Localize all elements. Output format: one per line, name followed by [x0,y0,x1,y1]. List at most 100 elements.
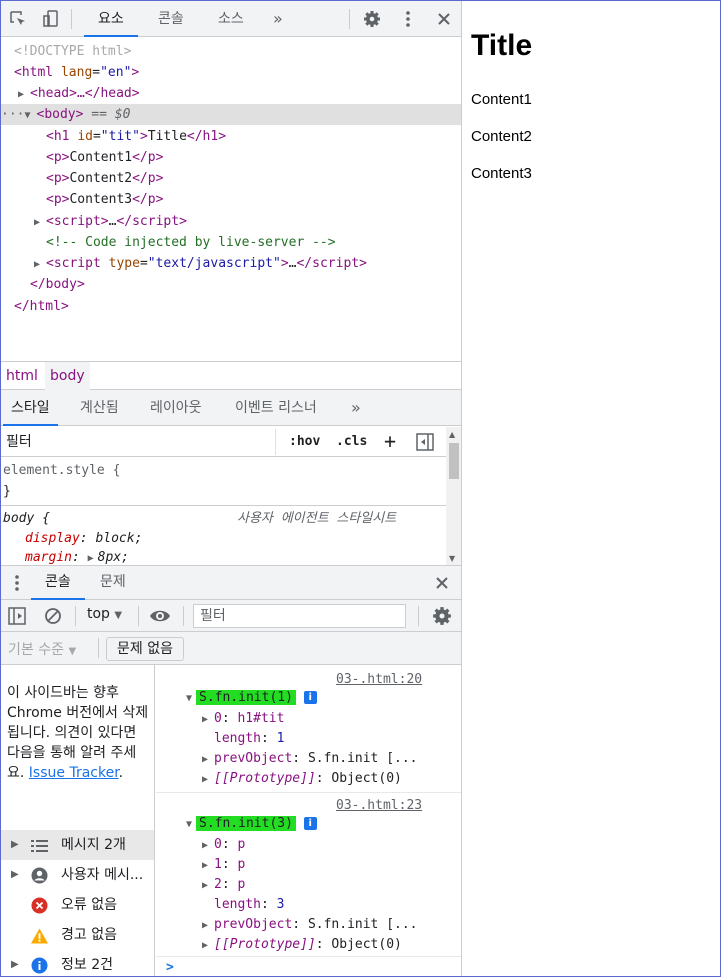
inspect-element-icon[interactable] [8,9,28,29]
console-prop-row[interactable]: ▶ 0: h1#tit [202,709,284,729]
expand-triangle-icon[interactable]: ▶ [202,916,214,936]
sidebar-toggle-icon[interactable] [8,607,26,629]
tree-row-html[interactable]: <html lang="en"> [1,62,461,83]
scrollbar-thumb[interactable] [449,443,459,479]
console-prop-row[interactable]: ▶ 1: p [202,855,245,875]
tab-elements[interactable]: 요소 [84,1,138,37]
expand-triangle-icon[interactable]: ▶ [88,549,98,565]
console-prop-row[interactable]: ▶ [[Prototype]]: Object(0) [202,769,402,789]
sidebar-item-info[interactable]: ▶ 정보 2건 [1,950,154,976]
sidebar-item-user-messages[interactable]: ▶ 사용자 메시... [1,860,154,890]
clear-console-icon[interactable] [44,607,62,629]
console-source-link[interactable]: 03-.html:20 [336,670,422,690]
collapse-triangle-icon[interactable]: ▼ [186,689,196,709]
tab-event-listeners[interactable]: 이벤트 리스너 [227,390,325,426]
drawer-menu-icon[interactable] [14,574,20,596]
console-prop-row[interactable]: ▶ 0: p [202,835,245,855]
console-prompt[interactable]: > [166,958,174,976]
styles-filter-input[interactable] [1,429,276,455]
info-badge-icon[interactable]: i [303,817,317,830]
tab-styles[interactable]: 스타일 [3,390,58,426]
expand-triangle-icon[interactable]: ▶ [202,876,214,896]
breadcrumb-html[interactable]: html [1,368,43,384]
tree-row-comment[interactable]: <!-- Code injected by live-server --> [1,232,461,253]
expand-triangle-icon[interactable]: ▶ [202,770,214,790]
styles-scrollbar[interactable]: ▲ ▼ [446,427,461,565]
tree-row-doctype[interactable]: <!DOCTYPE html> [1,41,461,62]
body-rule-source: 사용자 에이전트 스타일시트 [237,511,397,526]
console-object-summary[interactable]: ▼ S.fn.init(1) i [186,688,317,708]
expand-triangle-icon[interactable]: ▶ [34,254,46,275]
kebab-menu-icon[interactable] [398,9,418,29]
expand-triangle-icon[interactable]: ▶ [202,710,214,730]
tree-row-body-close[interactable]: </body> [1,274,461,295]
elements-tree: <!DOCTYPE html> <html lang="en"> ▶ <head>… [1,37,461,361]
scroll-up-icon[interactable]: ▲ [449,430,455,439]
gear-icon[interactable] [362,9,382,29]
console-object-summary[interactable]: ▼ S.fn.init(3) i [186,814,317,834]
tree-row-html-close[interactable]: </html> [1,296,461,317]
issue-tracker-link[interactable]: Issue Tracker [29,765,119,781]
tree-row-p1[interactable]: <p>Content1</p> [1,147,461,168]
tree-row-script2[interactable]: ▶ <script type="text/javascript">…</scrip… [1,253,461,275]
drawer-close-icon[interactable] [435,576,449,594]
drawer-tab-console[interactable]: 콘솔 [31,566,85,600]
device-toggle-icon[interactable] [41,9,61,29]
console-filter-input[interactable]: 필터 [193,604,406,628]
expand-triangle-icon[interactable]: ▶ [202,856,214,876]
console-message-divider [156,792,461,793]
tab-computed[interactable]: 계산됨 [72,390,127,426]
ellipsis-dots[interactable]: ··· [1,107,24,122]
tab-layout[interactable]: 레이아웃 [142,390,210,426]
new-rule-button[interactable]: + [384,429,396,453]
sidebar-item-errors[interactable]: 오류 없음 [1,890,154,920]
expand-triangle-icon[interactable]: ▶ [202,836,214,856]
tab-console[interactable]: 콘솔 [144,1,198,37]
console-prop-row[interactable]: ▶ prevObject: S.fn.init [... [202,915,418,935]
console-prop-row[interactable]: ▶ [[Prototype]]: Object(0) [202,935,402,955]
more-tabs-button[interactable]: » [259,1,297,37]
warning-icon [31,927,48,944]
log-level-selector[interactable]: 기본 수준 ▼ [8,639,76,659]
toggle-sidebar-icon[interactable] [416,433,434,455]
expand-triangle-icon[interactable]: ▶ [18,84,30,105]
cls-button[interactable]: .cls [336,434,367,449]
tree-row-head[interactable]: ▶ <head>…</head> [1,83,461,105]
expand-triangle-icon[interactable]: ▶ [202,750,214,770]
scroll-down-icon[interactable]: ▼ [449,554,455,563]
tree-row-h1[interactable]: <h1 id="tit">Title</h1> [1,126,461,147]
hov-button[interactable]: :hov [289,434,320,449]
collapse-triangle-icon[interactable]: ▼ [24,105,36,126]
body-rule-selector[interactable]: body { [3,509,50,528]
no-issues-button[interactable]: 문제 없음 [106,637,184,661]
collapse-triangle-icon[interactable]: ▼ [186,815,196,835]
tab-sources[interactable]: 소스 [204,1,258,37]
console-prop-row[interactable]: ▶ prevObject: S.fn.init [... [202,749,418,769]
close-icon[interactable] [434,9,454,29]
breadcrumb-body[interactable]: body [45,362,90,390]
tree-row-body-selected[interactable]: ···▼ <body> == $0 [1,104,461,126]
expand-triangle-icon[interactable]: ▶ [34,212,46,233]
styles-filter-bar: :hov .cls + [1,427,446,457]
sidebar-item-warnings[interactable]: 경고 없음 [1,920,154,950]
prop-name: margin [25,550,72,565]
console-prop-row[interactable]: ▶ 2: p [202,875,245,895]
tree-row-script1[interactable]: ▶ <script>…</script> [1,211,461,233]
styles-more-button[interactable]: » [343,390,369,426]
style-property-row[interactable]: margin: ▶ 8px; [25,548,129,565]
info-badge-icon[interactable]: i [303,691,317,704]
console-source-link[interactable]: 03-.html:23 [336,796,422,816]
tree-row-p2[interactable]: <p>Content2</p> [1,168,461,189]
sidebar-item-messages[interactable]: ▶ 메시지 2개 [1,830,154,860]
toolbar-separator [71,9,72,29]
prop-value: Object(0) [331,937,402,952]
context-selector[interactable]: top ▼ [87,606,122,622]
console-sidebar: 이 사이드바는 향후 Chrome 버전에서 삭제됩니다. 의견이 있다면 다음… [1,665,155,976]
tree-row-p3[interactable]: <p>Content3</p> [1,189,461,210]
drawer-tab-issues[interactable]: 문제 [86,566,140,600]
style-property-row[interactable]: display: block; [25,529,142,548]
element-style-selector[interactable]: element.style { [3,461,120,480]
expand-triangle-icon[interactable]: ▶ [202,936,214,956]
eye-icon[interactable] [149,607,171,629]
console-settings-gear-icon[interactable] [432,606,452,630]
